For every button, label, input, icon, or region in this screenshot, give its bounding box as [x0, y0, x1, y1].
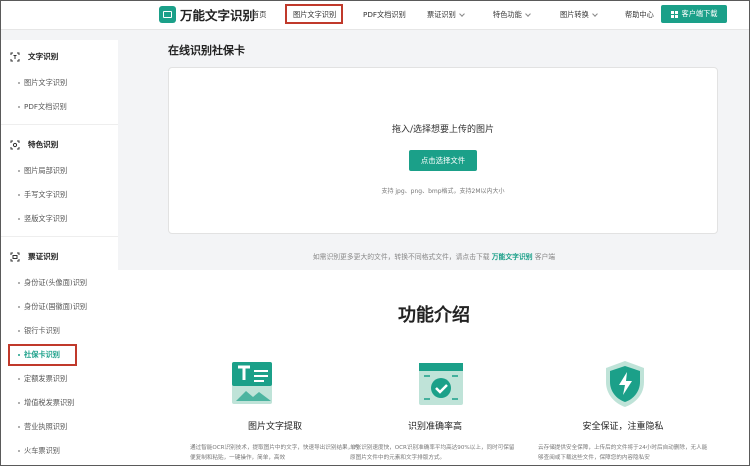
- brand-logo[interactable]: 万能文字识别: [159, 5, 255, 24]
- sidebar-active-highlight: [8, 344, 77, 366]
- nav-pdf-label: PDF文档识别: [363, 10, 406, 19]
- feature-description: 通过智能OCR识别技术，提取图片中的文字，快速导出识别结果，方便复制和粘贴，一键…: [190, 445, 359, 461]
- sidebar: 文字识别 图片文字识别 PDF文档识别 特色识别 图片局部识别 手写文字识别 竖…: [0, 40, 118, 466]
- sidebar-item-partial[interactable]: 图片局部识别: [17, 166, 67, 176]
- nav-features-label: 特色功能: [493, 10, 522, 19]
- feature-title: 图片文字提取: [247, 422, 302, 432]
- brand-name: 万能文字识别: [180, 8, 256, 23]
- sidebar-item-handwriting[interactable]: 手写文字识别: [17, 190, 67, 200]
- sidebar-item-vat-invoice[interactable]: 增值税发票识别: [17, 398, 74, 408]
- feature-title: 安全保证，注重隐私: [582, 422, 664, 432]
- download-tip: 如需识别更多更大的文件，转换不同格式文件，请点击下载 万能文字识别 客户端: [118, 251, 750, 261]
- nav-features[interactable]: 特色功能: [493, 10, 531, 20]
- feature-title: 识别准确率高: [407, 422, 462, 432]
- app-logo-icon: [159, 6, 176, 23]
- download-tip-link[interactable]: 万能文字识别: [492, 253, 533, 261]
- upload-prompt: 拖入/选择想要上传的图片: [391, 125, 495, 135]
- accuracy-check-icon: [419, 363, 463, 405]
- nav-help-label: 帮助中心: [625, 10, 654, 19]
- sidebar-section-special: 特色识别: [10, 139, 58, 150]
- upload-dropzone[interactable]: 拖入/选择想要上传的图片 点击选择文件 支持 jpg、png、bmp格式，支持2…: [168, 67, 718, 234]
- download-tip-text: 如需识别更多更大的文件，转换不同格式文件，请点击下载: [312, 253, 490, 261]
- top-header: 万能文字识别 首页 图片文字识别 PDF文档识别 票证识别 特色功能 图片转换 …: [0, 0, 750, 30]
- sidebar-section-title: 特色识别: [28, 140, 59, 149]
- sidebar-section-text: 文字识别: [10, 51, 58, 62]
- sidebar-item-vertical[interactable]: 竖版文字识别: [17, 214, 67, 224]
- client-download-label: 客户端下载: [681, 9, 718, 18]
- select-file-button[interactable]: 点击选择文件: [409, 150, 477, 171]
- nav-tickets[interactable]: 票证识别: [427, 10, 465, 20]
- feature-description: 云存储提供安全保障，上传后的文件将于24小时后自动删除，无人能够查阅或下载这些文…: [538, 445, 708, 461]
- image-text-icon: [232, 362, 272, 404]
- chevron-down-icon: [458, 11, 465, 17]
- sidebar-item-train-ticket[interactable]: 火车票识别: [18, 446, 60, 456]
- sidebar-item-id-back[interactable]: 身份证(国徽面)识别: [17, 302, 87, 312]
- text-recognition-icon: [10, 52, 20, 61]
- feature-description: 单张识别速度快，OCR识别准确率平均高达90%以上，同时可保留原图片文件中的元素…: [350, 445, 515, 461]
- features-title: 功能介绍: [398, 305, 470, 326]
- sidebar-item-id-front[interactable]: 身份证(头像面)识别: [17, 278, 87, 288]
- client-download-button[interactable]: 客户端下载: [661, 5, 727, 23]
- sidebar-section-title: 票证识别: [28, 252, 59, 261]
- page-title: 在线识别社保卡: [168, 44, 245, 57]
- sidebar-section-tickets: 票证识别: [10, 251, 58, 262]
- nav-tickets-label: 票证识别: [427, 10, 456, 19]
- nav-help[interactable]: 帮助中心: [625, 10, 654, 20]
- nav-home-label: 首页: [252, 10, 267, 19]
- nav-image-convert[interactable]: 图片转换: [560, 10, 598, 20]
- sidebar-item-bank-card[interactable]: 银行卡识别: [18, 326, 60, 336]
- sidebar-divider: [0, 236, 118, 237]
- features-section: 功能介绍 图片文字提取 通过智能OCR识别技术，提取图片中的文字，快速导出识别结…: [118, 270, 750, 466]
- sidebar-item-pdf[interactable]: PDF文档识别: [18, 102, 67, 112]
- windows-icon: [670, 10, 678, 18]
- nav-active-highlight: [285, 4, 343, 24]
- shield-lightning-icon: [606, 361, 644, 407]
- download-tip-suffix: 客户端: [534, 253, 556, 261]
- upload-hint: 支持 jpg、png、bmp格式，支持2M以内大小: [381, 188, 505, 195]
- sidebar-divider: [0, 124, 118, 125]
- nav-pdf[interactable]: PDF文档识别: [363, 10, 406, 20]
- chevron-down-icon: [591, 11, 598, 17]
- chevron-down-icon: [524, 11, 531, 17]
- sidebar-item-business-license[interactable]: 营业执照识别: [17, 422, 67, 432]
- nav-home[interactable]: 首页: [252, 10, 266, 20]
- scan-icon: [10, 140, 20, 149]
- ticket-icon: [10, 252, 20, 261]
- nav-image-convert-label: 图片转换: [560, 10, 589, 19]
- sidebar-item-fixed-invoice[interactable]: 定额发票识别: [17, 374, 67, 384]
- sidebar-section-title: 文字识别: [28, 52, 59, 61]
- sidebar-item-image-text[interactable]: 图片文字识别: [17, 78, 67, 88]
